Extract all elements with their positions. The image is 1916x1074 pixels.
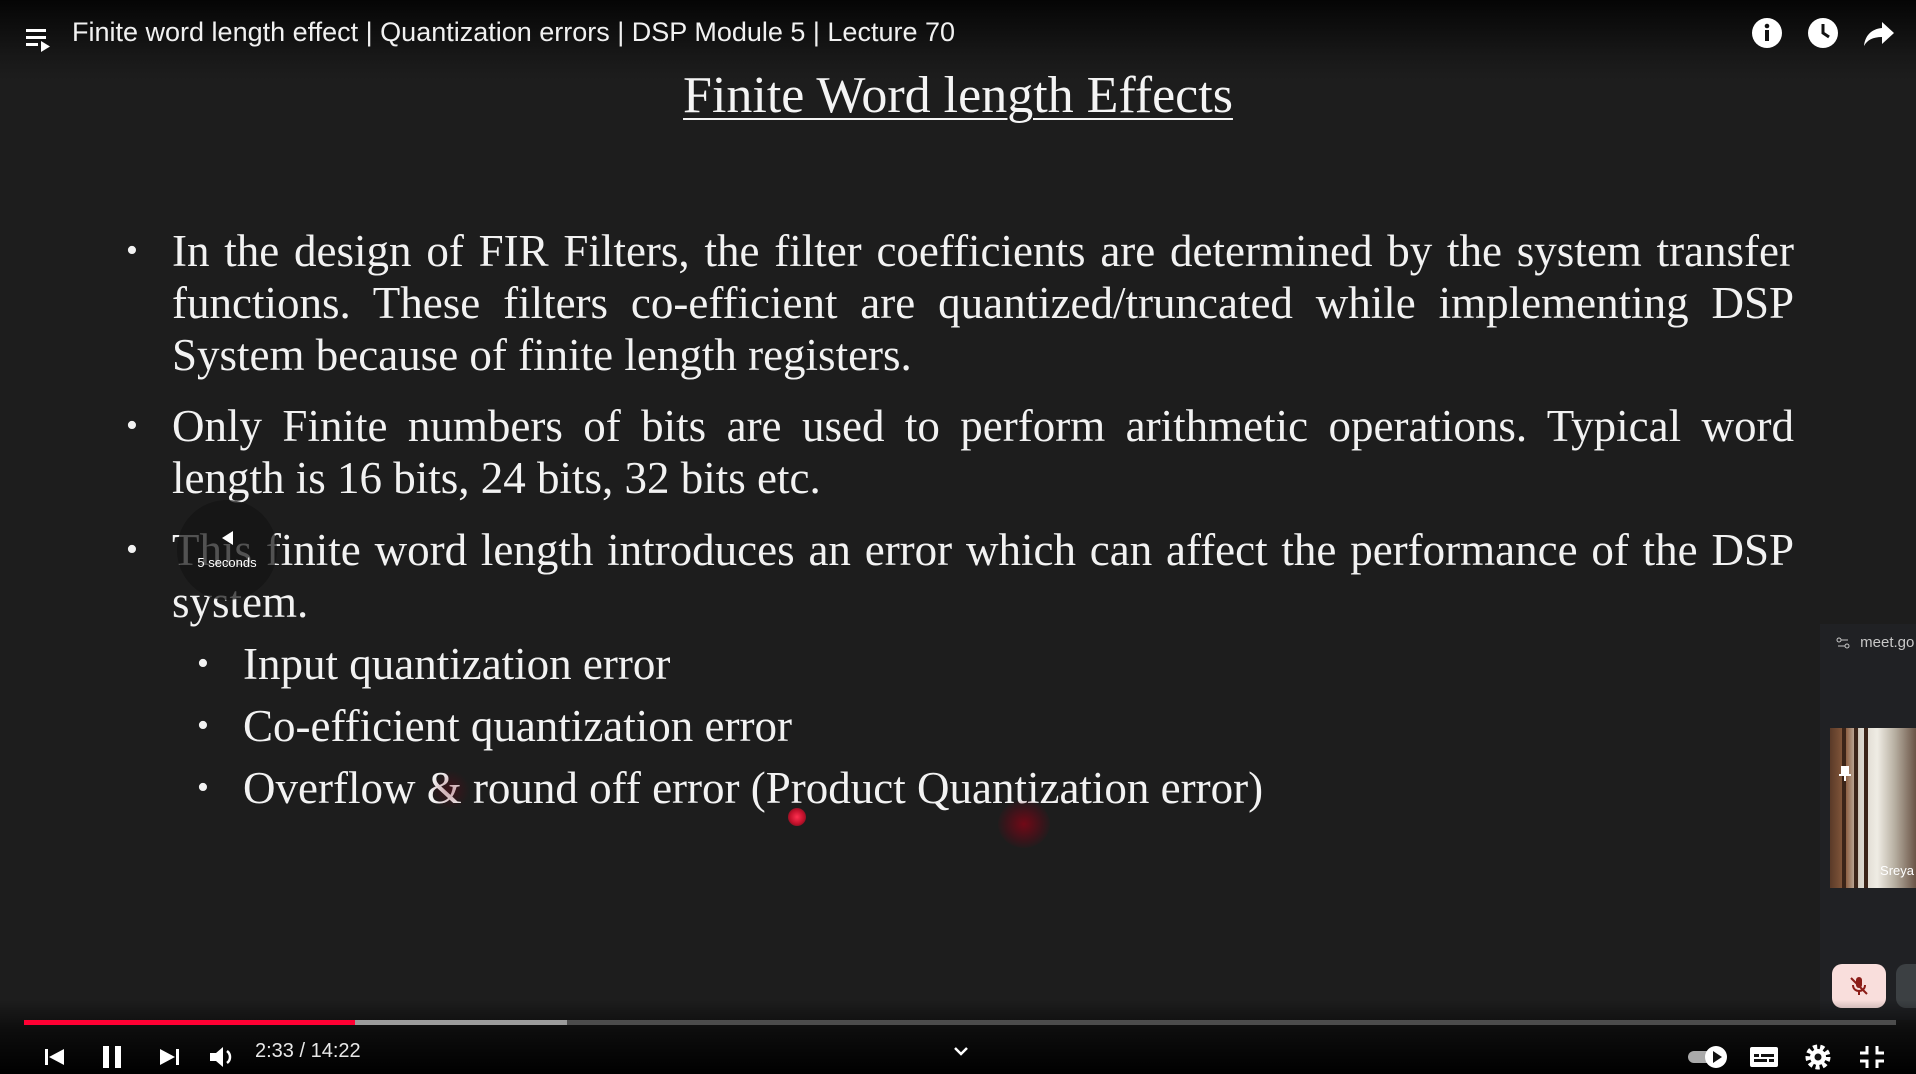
bullet-item: • In the design of FIR Filters, the filt… xyxy=(126,225,1794,381)
bullet-dot: • xyxy=(197,707,209,744)
laser-pointer-trail xyxy=(430,770,470,810)
bullet-item: • This finite word length introduces an … xyxy=(126,524,1794,628)
exit-fullscreen-icon[interactable] xyxy=(1856,1040,1888,1074)
bullet-text: In the design of FIR Filters, the filter… xyxy=(172,226,1794,380)
next-icon[interactable] xyxy=(154,1040,184,1074)
slide-title: Finite Word length Effects xyxy=(683,67,1233,124)
playlist-icon[interactable] xyxy=(24,24,54,54)
sub-bullet-text: Co-efficient quantization error xyxy=(243,701,792,751)
pin-icon[interactable] xyxy=(1836,764,1854,782)
time-display: 2:33 / 14:22 xyxy=(255,1040,361,1063)
video-title[interactable]: Finite word length effect | Quantization… xyxy=(72,17,955,48)
sub-bullet-text: Input quantization error xyxy=(243,639,671,689)
participant-name: Sreya xyxy=(1880,863,1914,878)
sub-bullet-item: • Input quantization error xyxy=(197,638,671,690)
current-time: 2:33 xyxy=(255,1040,294,1062)
bullet-dot: • xyxy=(126,232,138,269)
sub-bullet-item: • Co-efficient quantization error xyxy=(197,700,792,752)
bullet-dot: • xyxy=(197,769,209,806)
chevron-down-icon[interactable] xyxy=(950,1040,972,1062)
video-detail xyxy=(1864,728,1868,888)
slide-content: Finite Word length Effects • In the desi… xyxy=(0,60,1916,1020)
video-detail xyxy=(1842,728,1846,888)
participant-video[interactable]: Sreya xyxy=(1830,728,1916,888)
laser-pointer-trail xyxy=(998,800,1050,848)
progress-bar[interactable] xyxy=(24,1020,1896,1025)
settings-icon[interactable] xyxy=(1802,1040,1834,1074)
watch-later-icon[interactable] xyxy=(1806,16,1840,50)
video-detail xyxy=(1854,728,1858,888)
pause-icon[interactable] xyxy=(98,1040,128,1074)
rewind-arrow-icon xyxy=(221,530,233,545)
time-separator: / xyxy=(293,1040,311,1062)
share-icon[interactable] xyxy=(1862,16,1896,50)
mic-off-icon xyxy=(1850,977,1868,995)
meet-url-text: meet.go xyxy=(1860,634,1915,651)
laser-pointer-dot xyxy=(788,808,806,826)
progress-played xyxy=(24,1020,356,1025)
meet-url: meet.go xyxy=(1836,634,1914,651)
bullet-item: • Only Finite numbers of bits are used t… xyxy=(126,400,1794,504)
meet-overlay-panel[interactable]: meet.go Sreya xyxy=(1820,624,1916,1020)
bullet-text: This finite word length introduces an er… xyxy=(172,525,1794,627)
bullet-dot: • xyxy=(197,645,209,682)
volume-icon[interactable] xyxy=(207,1040,239,1074)
seek-back-indicator: 5 seconds xyxy=(177,500,277,600)
bullet-text: Only Finite numbers of bits are used to … xyxy=(172,401,1794,503)
sub-bullet-item: • Overflow & round off error (Product Qu… xyxy=(197,762,1264,814)
info-icon[interactable] xyxy=(1750,16,1784,50)
duration: 14:22 xyxy=(310,1040,361,1062)
sub-bullet-text: Overflow & round off error (Product Quan… xyxy=(243,763,1264,813)
autoplay-toggle[interactable] xyxy=(1686,1040,1730,1074)
captions-icon[interactable] xyxy=(1748,1040,1780,1074)
bullet-dot: • xyxy=(126,531,138,568)
prev-icon[interactable] xyxy=(40,1040,70,1074)
bullet-dot: • xyxy=(126,407,138,444)
seek-hint-label: 5 seconds xyxy=(197,554,257,570)
link-icon xyxy=(1836,637,1850,649)
top-actions xyxy=(1750,16,1896,50)
